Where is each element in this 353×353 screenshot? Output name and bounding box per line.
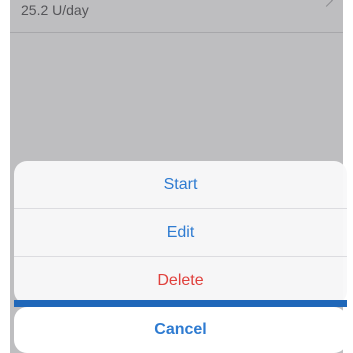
cancel-button[interactable]: Cancel xyxy=(14,307,347,353)
delete-button[interactable]: Delete xyxy=(14,257,347,304)
action-sheet-group: Start Edit Delete xyxy=(14,161,347,304)
start-button[interactable]: Start xyxy=(14,161,347,209)
background-strip xyxy=(14,300,347,307)
edit-button[interactable]: Edit xyxy=(14,209,347,257)
